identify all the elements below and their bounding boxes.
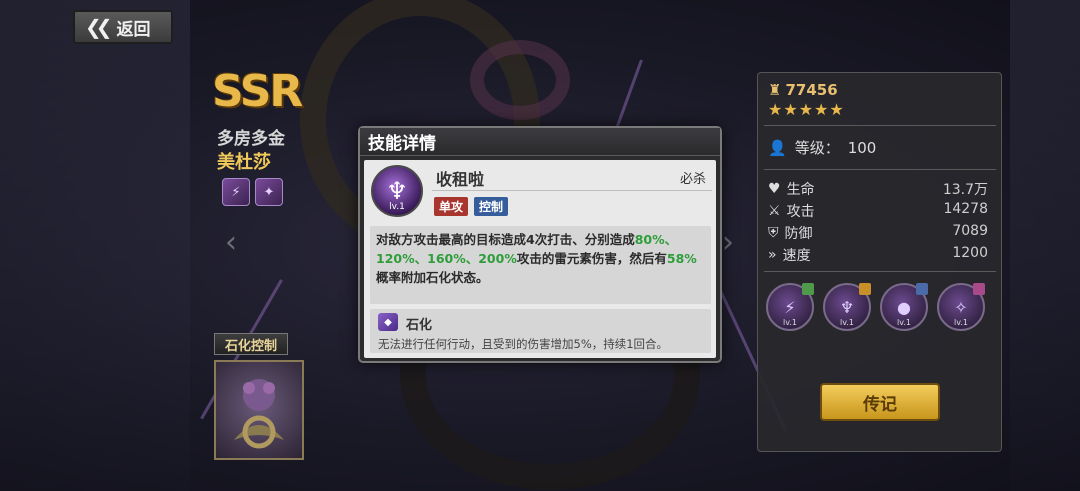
hero-tag-icons: ⚡ ✦ bbox=[222, 178, 283, 206]
stat-name: 速度 bbox=[782, 248, 811, 264]
sword-icon: ⚔ bbox=[768, 203, 781, 219]
person-icon: 👤 bbox=[768, 138, 787, 157]
petrify-icon: ◆ bbox=[378, 313, 398, 331]
skill-detail-dialog: 技能详情 ♆ lv.1 收租啦 必杀 单攻 控制 对敌方攻击最高的目标造成4次打… bbox=[358, 126, 722, 363]
orb-skill-icon: ● bbox=[897, 297, 911, 317]
medusa-portrait-icon bbox=[234, 379, 284, 449]
divider bbox=[432, 190, 712, 191]
power-icon: ♜ bbox=[768, 81, 782, 99]
skill-level: lv.1 bbox=[840, 318, 854, 327]
skill-tag bbox=[802, 283, 814, 295]
slash-skill-icon: ✧ bbox=[954, 297, 968, 317]
control-class-icon: ✦ bbox=[255, 178, 283, 206]
lightning-element-icon: ⚡ bbox=[222, 178, 250, 206]
prev-hero-arrow[interactable]: ‹ bbox=[225, 225, 237, 260]
stat-value: 1200 bbox=[952, 245, 988, 261]
heart-icon: ♥ bbox=[768, 181, 781, 197]
speed-icon: » bbox=[768, 247, 777, 263]
skin-label: 石化控制 bbox=[214, 333, 289, 355]
power-value: 77456 bbox=[785, 81, 838, 99]
rarity-badge: SSR bbox=[212, 66, 303, 117]
medusa-skill-icon: ♆ bbox=[839, 297, 855, 317]
skill-slot-1[interactable]: ⚡ lv.1 bbox=[766, 283, 814, 331]
hero-name: 美杜莎 bbox=[217, 152, 271, 173]
desc-text: 概率附加石化状态。 bbox=[376, 270, 489, 285]
divider bbox=[764, 125, 996, 126]
divider bbox=[764, 271, 996, 272]
skill-description: 对敌方攻击最高的目标造成4次打击、分别造成80%、120%、160%、200%攻… bbox=[370, 226, 711, 304]
stat-value: 14278 bbox=[943, 201, 988, 217]
badge-control: 控制 bbox=[474, 197, 509, 216]
double-chevron-left-icon: ❮❮ bbox=[85, 15, 112, 39]
star-rating: ★★★★★ bbox=[768, 100, 845, 119]
stat-row-defense: ⛨ 防御 7089 bbox=[768, 223, 988, 243]
stats-panel: ♜ 77456 ★★★★★ 👤 等级： 100 ♥ 生命 13.7万 ⚔ 攻击 14… bbox=[757, 72, 1002, 452]
stat-row-attack: ⚔ 攻击 14278 bbox=[768, 201, 988, 221]
skill-level: lv.1 bbox=[897, 318, 911, 327]
next-hero-arrow[interactable]: › bbox=[722, 225, 734, 260]
level-value: 100 bbox=[847, 138, 877, 157]
claw-skill-icon: ⚡ bbox=[784, 297, 796, 317]
skill-icon-list: ⚡ lv.1 ♆ lv.1 ● lv.1 ✧ lv.1 bbox=[766, 283, 985, 331]
skill-slot-2[interactable]: ♆ lv.1 bbox=[823, 283, 871, 331]
desc-highlight: 58% bbox=[666, 251, 697, 266]
stat-name: 防御 bbox=[784, 226, 813, 242]
stat-row-speed: » 速度 1200 bbox=[768, 245, 988, 265]
shield-icon: ⛨ bbox=[768, 225, 779, 241]
back-button[interactable]: ❮❮ 返回 bbox=[73, 10, 173, 44]
level-row: 👤 等级： 100 bbox=[768, 137, 876, 158]
skill-portrait: ♆ lv.1 bbox=[371, 165, 423, 217]
stat-name: 生命 bbox=[786, 182, 815, 198]
skill-tag bbox=[973, 283, 985, 295]
desc-text: 对敌方攻击最高的目标造成4次打击、分别造成 bbox=[376, 232, 635, 247]
dialog-body: ♆ lv.1 收租啦 必杀 单攻 控制 对敌方攻击最高的目标造成4次打击、分别造… bbox=[364, 160, 716, 358]
stat-value: 13.7万 bbox=[942, 182, 988, 198]
legend-button[interactable]: 传记 bbox=[820, 383, 940, 421]
effect-description: 无法进行任何行动，且受到的伤害增加5%，持续1回合。 bbox=[378, 337, 669, 351]
power-row: ♜ 77456 bbox=[768, 81, 838, 99]
stat-name: 攻击 bbox=[786, 204, 815, 220]
hero-title: 多房多金 bbox=[217, 129, 285, 149]
skill-slot-3[interactable]: ● lv.1 bbox=[880, 283, 928, 331]
skill-tag bbox=[859, 283, 871, 295]
stat-row-hp: ♥ 生命 13.7万 bbox=[768, 179, 988, 199]
skin-thumbnail[interactable] bbox=[214, 360, 304, 460]
effect-name: 石化 bbox=[406, 318, 433, 333]
level-label: 等级： bbox=[794, 139, 840, 157]
skill-level: lv.1 bbox=[389, 202, 405, 212]
skill-level: lv.1 bbox=[954, 318, 968, 327]
medusa-skill-icon: ♆ bbox=[386, 177, 408, 205]
badge-single-target: 单攻 bbox=[434, 197, 469, 216]
back-button-label: 返回 bbox=[116, 19, 151, 40]
dialog-title: 技能详情 bbox=[360, 128, 720, 156]
status-effect-box: ◆ 石化 无法进行任何行动，且受到的伤害增加5%，持续1回合。 bbox=[370, 309, 711, 353]
skill-slot-4[interactable]: ✧ lv.1 bbox=[937, 283, 985, 331]
skill-level: lv.1 bbox=[783, 318, 797, 327]
divider bbox=[764, 169, 996, 170]
stat-value: 7089 bbox=[952, 223, 988, 239]
skill-name: 收租啦 bbox=[436, 170, 485, 189]
desc-text: 攻击的雷元素伤害，然后有 bbox=[516, 251, 667, 266]
skill-tag bbox=[916, 283, 928, 295]
skill-badges: 单攻 控制 bbox=[434, 197, 509, 216]
skill-type: 必杀 bbox=[679, 172, 706, 187]
